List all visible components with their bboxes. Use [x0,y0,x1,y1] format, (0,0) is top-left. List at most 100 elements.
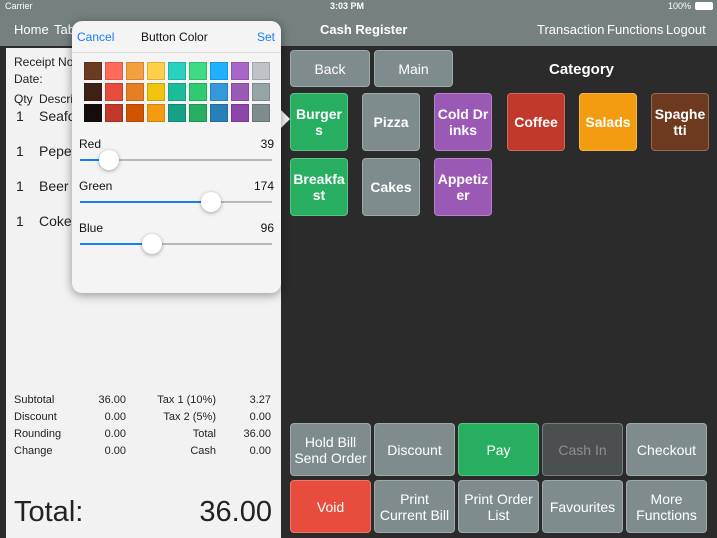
battery-icon [695,2,713,10]
action-button[interactable]: Discount [374,423,455,476]
color-swatch[interactable] [126,62,144,80]
slider-thumb[interactable] [200,192,221,212]
popover-title: Button Color [141,30,208,44]
cancel-button[interactable]: Cancel [77,30,114,44]
color-swatch[interactable] [189,83,207,101]
color-swatch[interactable] [84,62,102,80]
color-swatch[interactable] [189,104,207,122]
action-button[interactable]: Hold Bill Send Order [290,423,371,476]
slider-label: Red [79,137,102,151]
action-button[interactable]: Cash In [542,423,623,476]
color-swatch[interactable] [210,62,228,80]
summary-value: 0.00 [104,428,126,440]
total-value: 36.00 [199,496,272,528]
color-slider[interactable] [80,150,272,170]
action-button[interactable]: Void [290,480,371,533]
summary-label: Rounding [14,428,62,440]
slider-thumb[interactable] [142,234,163,254]
summary-label: Discount [14,411,57,423]
category-label: Category [549,61,615,78]
slider-thumb[interactable] [99,150,120,170]
total-label: Total: [14,496,84,528]
color-swatch[interactable] [147,83,165,101]
category-button[interactable]: Coffee [507,93,565,151]
nav-functions[interactable]: Functions [607,22,663,37]
category-button[interactable]: Salads [579,93,637,151]
summary-label: Cash [190,445,216,457]
slider-value: 39 [260,137,274,151]
summary-label: Change [14,445,53,457]
slider-label: Blue [79,221,104,235]
status-bar: Carrier 3:03 PM 100% [0,0,717,13]
action-button[interactable]: Favourites [542,480,623,533]
slider-fill [80,201,211,203]
action-button[interactable]: Pay [458,423,539,476]
color-swatch[interactable] [252,83,270,101]
summary-value: 0.00 [104,411,126,423]
category-button[interactable]: Burgers [290,93,348,151]
color-swatch[interactable] [231,62,249,80]
slider-label: Green [79,179,113,193]
summary-value: 0.00 [249,445,271,457]
main-button[interactable]: Main [374,50,453,87]
action-button[interactable]: Print Current Bill [374,480,455,533]
clock: 3:03 PM [330,1,365,11]
color-slider[interactable] [80,234,272,254]
summary-label: Tax 1 (10%) [157,394,216,406]
summary-value: 36.00 [243,428,271,440]
nav-home[interactable]: Home [14,22,49,37]
summary-value: 3.27 [249,394,271,406]
back-button[interactable]: Back [290,50,370,87]
slider-value: 174 [253,179,274,193]
color-swatch[interactable] [168,83,186,101]
summary-value: 36.00 [98,394,126,406]
nav-transaction[interactable]: Transaction [537,22,604,37]
color-swatch[interactable] [168,62,186,80]
battery-percent: 100% [667,1,691,11]
item-qty: 1 [16,108,24,124]
color-swatch[interactable] [252,62,270,80]
category-button[interactable]: Spaghetti [651,93,709,151]
color-swatch[interactable] [105,83,123,101]
color-swatch[interactable] [210,83,228,101]
category-button[interactable]: Cold Drinks [434,93,492,151]
action-button[interactable]: Print Order List [458,480,539,533]
divider [72,52,281,53]
color-swatch[interactable] [231,104,249,122]
qty-header: Qty [14,92,33,106]
action-button[interactable]: More Functions [626,480,707,533]
popover-arrow [281,110,290,128]
color-swatch[interactable] [84,83,102,101]
color-swatch[interactable] [168,104,186,122]
item-qty: 1 [16,143,24,159]
color-swatch[interactable] [210,104,228,122]
summary-label: Subtotal [14,394,55,406]
color-swatch[interactable] [126,83,144,101]
color-slider[interactable] [80,192,272,212]
receipt-no-label: Receipt No [14,55,74,69]
summary-value: 0.00 [249,411,271,423]
color-swatch[interactable] [105,62,123,80]
color-swatch[interactable] [189,62,207,80]
color-swatch[interactable] [252,104,270,122]
item-qty: 1 [16,213,24,229]
color-swatch[interactable] [231,83,249,101]
category-button[interactable]: Breakfast [290,158,348,216]
category-button[interactable]: Appetizer [434,158,492,216]
item-qty: 1 [16,178,24,194]
summary-value: 0.00 [104,445,126,457]
set-button[interactable]: Set [257,30,275,44]
carrier-label: Carrier [5,1,33,11]
color-swatch[interactable] [126,104,144,122]
category-button[interactable]: Pizza [362,93,420,151]
summary-label: Tax 2 (5%) [163,411,216,423]
summary-label: Total [192,428,216,440]
nav-logout[interactable]: Logout [666,22,706,37]
color-swatch[interactable] [147,104,165,122]
category-button[interactable]: Cakes [362,158,420,216]
date-label: Date: [14,72,43,86]
action-button[interactable]: Checkout [626,423,707,476]
color-swatch[interactable] [84,104,102,122]
color-swatch[interactable] [147,62,165,80]
color-swatch[interactable] [105,104,123,122]
